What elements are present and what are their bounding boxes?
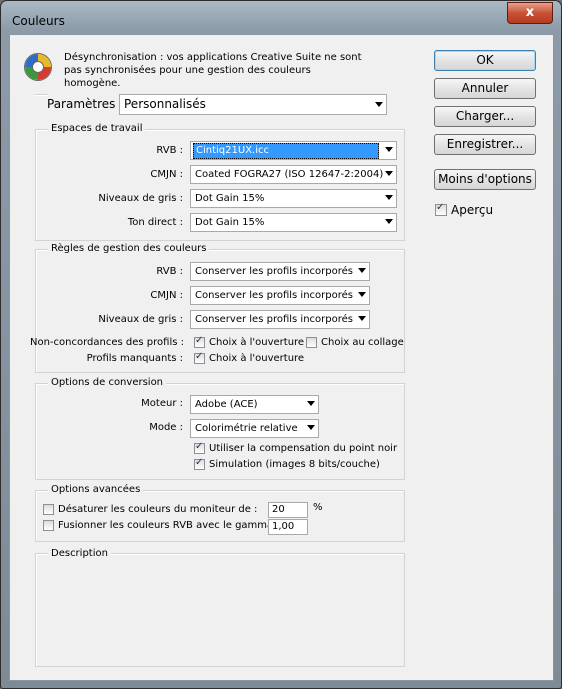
mismatch-label: Non-concordances des profils :	[30, 337, 184, 348]
missing-open-checkbox[interactable]	[194, 351, 205, 364]
workspaces-title: Espaces de travail	[48, 123, 146, 134]
pol-cmjn-label: CMJN :	[150, 290, 183, 301]
mode-label: Mode :	[149, 422, 183, 433]
conversion-title: Options de conversion	[48, 377, 167, 388]
chevron-down-icon	[307, 425, 315, 430]
pol-gray-label: Niveaux de gris :	[98, 314, 183, 325]
engine-select[interactable]: Adobe (ACE)	[190, 395, 319, 414]
bpc-checkbox[interactable]	[194, 441, 205, 454]
desaturate-unit: %	[313, 502, 323, 513]
dialog-window: Couleurs x Désynchronisation : vos appli…	[0, 0, 562, 689]
pol-cmjn-value: Conserver les profils incorporés	[195, 290, 353, 301]
color-sync-icon	[24, 53, 52, 81]
advanced-group	[35, 490, 405, 542]
ws-rvb-select[interactable]: Cintiq21UX.icc	[190, 141, 397, 160]
ws-gray-value: Dot Gain 15%	[195, 193, 265, 204]
close-button[interactable]: x	[507, 2, 553, 24]
chevron-down-icon	[385, 171, 393, 176]
description-title: Description	[48, 548, 111, 559]
preview-label[interactable]: Aperçu	[451, 203, 493, 217]
ws-cmjn-value: Coated FOGRA27 (ISO 12647-2:2004)	[195, 169, 384, 180]
blend-input[interactable]: 1,00	[268, 519, 308, 535]
pol-gray-value: Conserver les profils incorporés	[195, 314, 353, 325]
save-button[interactable]: Enregistrer...	[434, 134, 536, 155]
desaturate-value: 20	[272, 504, 285, 515]
ws-spot-value: Dot Gain 15%	[195, 217, 265, 228]
desaturate-checkbox[interactable]	[43, 504, 54, 515]
blend-checkbox[interactable]	[43, 520, 54, 531]
ws-gray-select[interactable]: Dot Gain 15%	[190, 189, 397, 208]
ws-rvb-value: Cintiq21UX.icc	[193, 143, 379, 159]
engine-label: Moteur :	[141, 398, 183, 409]
chevron-down-icon	[358, 268, 366, 273]
mismatch-open-label[interactable]: Choix à l'ouverture	[209, 337, 304, 348]
chevron-down-icon	[358, 292, 366, 297]
dialog-body: Désynchronisation : vos applications Cre…	[9, 34, 554, 681]
cancel-button[interactable]: Annuler	[434, 78, 536, 99]
chevron-down-icon	[385, 219, 393, 224]
bpc-label[interactable]: Utiliser la compensation du point noir	[209, 443, 397, 454]
pol-gray-select[interactable]: Conserver les profils incorporés	[190, 310, 370, 329]
chevron-down-icon	[307, 401, 315, 406]
dither-checkbox[interactable]	[194, 457, 205, 470]
mismatch-open-checkbox[interactable]	[194, 335, 205, 348]
settings-label: Paramètres :	[47, 97, 124, 111]
description-group	[35, 553, 405, 667]
blend-label[interactable]: Fusionner les couleurs RVB avec le gamma…	[58, 520, 280, 531]
blend-value: 1,00	[272, 521, 295, 532]
pol-rvb-select[interactable]: Conserver les profils incorporés	[190, 262, 370, 281]
ws-gray-label: Niveaux de gris :	[98, 193, 183, 204]
settings-separator-left	[34, 94, 48, 96]
settings-select-value: Personnalisés	[124, 97, 206, 111]
settings-select[interactable]: Personnalisés	[119, 94, 387, 115]
mismatch-paste-label[interactable]: Choix au collage	[321, 337, 404, 348]
ws-cmjn-select[interactable]: Coated FOGRA27 (ISO 12647-2:2004)	[190, 165, 397, 184]
ws-spot-select[interactable]: Dot Gain 15%	[190, 213, 397, 232]
ws-rvb-label: RVB :	[156, 145, 183, 156]
chevron-down-icon	[358, 316, 366, 321]
preview-checkbox[interactable]	[435, 202, 447, 216]
mode-select[interactable]: Colorimétrie relative	[190, 419, 319, 438]
policies-title: Règles de gestion des couleurs	[48, 243, 210, 254]
chevron-down-icon	[385, 147, 393, 152]
mismatch-paste-checkbox[interactable]	[306, 337, 317, 348]
fewer-options-button[interactable]: Moins d'options	[434, 169, 536, 190]
dither-label[interactable]: Simulation (images 8 bits/couche)	[209, 459, 380, 470]
window-title: Couleurs	[12, 14, 65, 28]
desaturate-label[interactable]: Désaturer les couleurs du moniteur de :	[58, 504, 257, 515]
title-bar[interactable]: Couleurs x	[1, 1, 561, 35]
pol-rvb-value: Conserver les profils incorporés	[195, 266, 353, 277]
pol-rvb-label: RVB :	[156, 266, 183, 277]
load-button[interactable]: Charger...	[434, 106, 536, 127]
engine-value: Adobe (ACE)	[195, 399, 258, 410]
missing-open-label[interactable]: Choix à l'ouverture	[209, 353, 304, 364]
mode-value: Colorimétrie relative	[195, 423, 298, 434]
missing-label: Profils manquants :	[86, 353, 183, 364]
chevron-down-icon	[375, 102, 383, 107]
chevron-down-icon	[385, 195, 393, 200]
ws-spot-label: Ton direct :	[127, 217, 183, 228]
desaturate-input[interactable]: 20	[268, 502, 308, 518]
ws-cmjn-label: CMJN :	[150, 169, 183, 180]
pol-cmjn-select[interactable]: Conserver les profils incorporés	[190, 286, 370, 305]
ok-button[interactable]: OK	[434, 50, 536, 71]
sync-message: Désynchronisation : vos applications Cre…	[64, 52, 362, 89]
advanced-title: Options avancées	[48, 484, 144, 495]
